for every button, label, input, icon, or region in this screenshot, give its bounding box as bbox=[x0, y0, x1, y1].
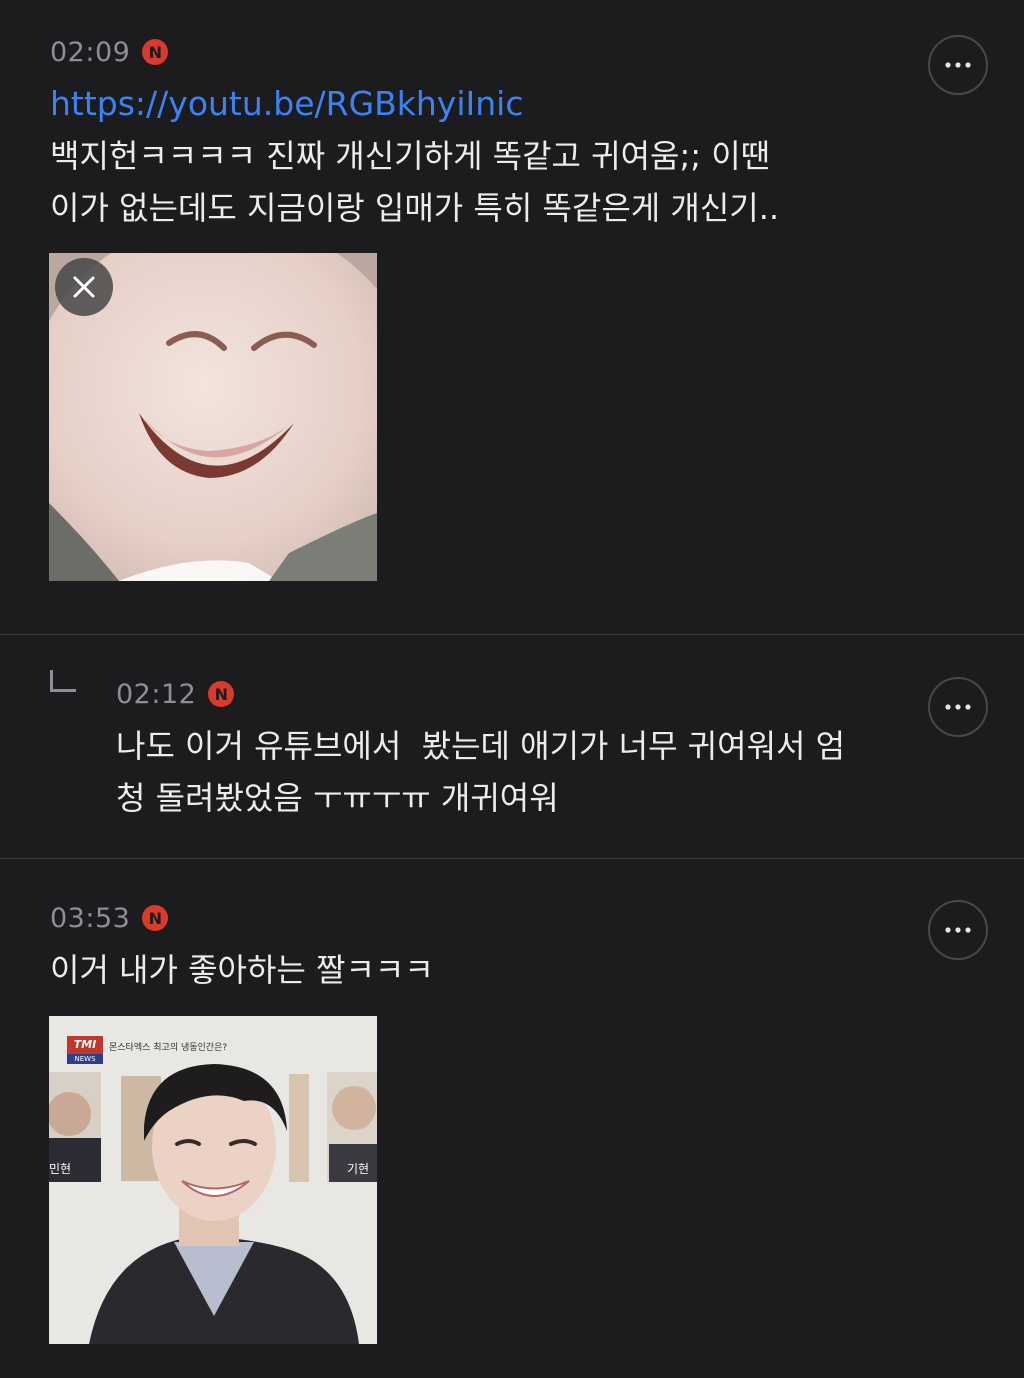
comment-body: 백지헌ㅋㅋㅋㅋ 진짜 개신기하게 똑같고 귀여움;; 이땐 이가 없는데도 지금… bbox=[50, 130, 910, 234]
comment-line: 나도 이거 유튜브에서 봤는데 애기가 너무 귀여워서 엄 bbox=[116, 727, 846, 765]
more-options-icon bbox=[945, 704, 971, 710]
remove-image-button[interactable] bbox=[55, 258, 113, 316]
comment-time: 02:09 bbox=[50, 36, 131, 68]
comment-time: 03:53 bbox=[50, 902, 131, 934]
more-options-icon bbox=[945, 62, 971, 68]
comment-meta: 03:53 N bbox=[50, 898, 169, 938]
more-options-button[interactable] bbox=[928, 900, 988, 960]
baby-image[interactable] bbox=[49, 253, 377, 581]
more-options-icon bbox=[945, 927, 971, 933]
comment-body: 이거 내가 좋아하는 짤ㅋㅋㅋ bbox=[50, 944, 910, 996]
tmi-news-label: NEWS bbox=[74, 1055, 96, 1063]
idol-photo bbox=[49, 1016, 377, 1344]
comment-line: 이가 없는데도 지금이랑 입매가 특히 똑같은게 개신기.. bbox=[50, 189, 780, 227]
new-badge-icon: N bbox=[208, 681, 235, 707]
image-banner-text: 몬스타엑스 최고의 냉동인간은? bbox=[109, 1043, 228, 1053]
youtube-link[interactable]: https://youtu.be/RGBkhyiInic bbox=[50, 84, 523, 123]
idol-image[interactable]: TMI NEWS 몬스타엑스 최고의 냉동인간은? 민현 기현 bbox=[49, 1016, 377, 1344]
more-options-button[interactable] bbox=[928, 677, 988, 737]
comment-line: 이거 내가 좋아하는 짤ㅋㅋㅋ bbox=[50, 951, 434, 989]
new-badge-icon: N bbox=[142, 39, 169, 65]
more-options-button[interactable] bbox=[928, 35, 988, 95]
comment-meta: 02:09 N bbox=[50, 32, 169, 72]
reply-arrow-icon bbox=[50, 670, 76, 692]
comment-time: 02:12 bbox=[116, 678, 197, 710]
comment-line: 백지헌ㅋㅋㅋㅋ 진짜 개신기하게 똑같고 귀여움;; 이땐 bbox=[50, 137, 771, 175]
comment-body: 나도 이거 유튜브에서 봤는데 애기가 너무 귀여워서 엄 청 돌려봤었음 ㅜㅠ… bbox=[116, 720, 926, 824]
comment-divider bbox=[0, 858, 1024, 859]
close-icon bbox=[73, 276, 95, 298]
poster-name-right: 기현 bbox=[347, 1162, 370, 1176]
new-badge-icon: N bbox=[142, 905, 169, 931]
comment-divider bbox=[0, 634, 1024, 635]
comment-line: 청 돌려봤었음 ㅜㅠㅜㅠ 개귀여워 bbox=[116, 779, 559, 817]
tmi-logo: TMI bbox=[73, 1038, 97, 1051]
poster-name-left: 민현 bbox=[49, 1162, 72, 1176]
comment-meta: 02:12 N bbox=[116, 674, 235, 714]
